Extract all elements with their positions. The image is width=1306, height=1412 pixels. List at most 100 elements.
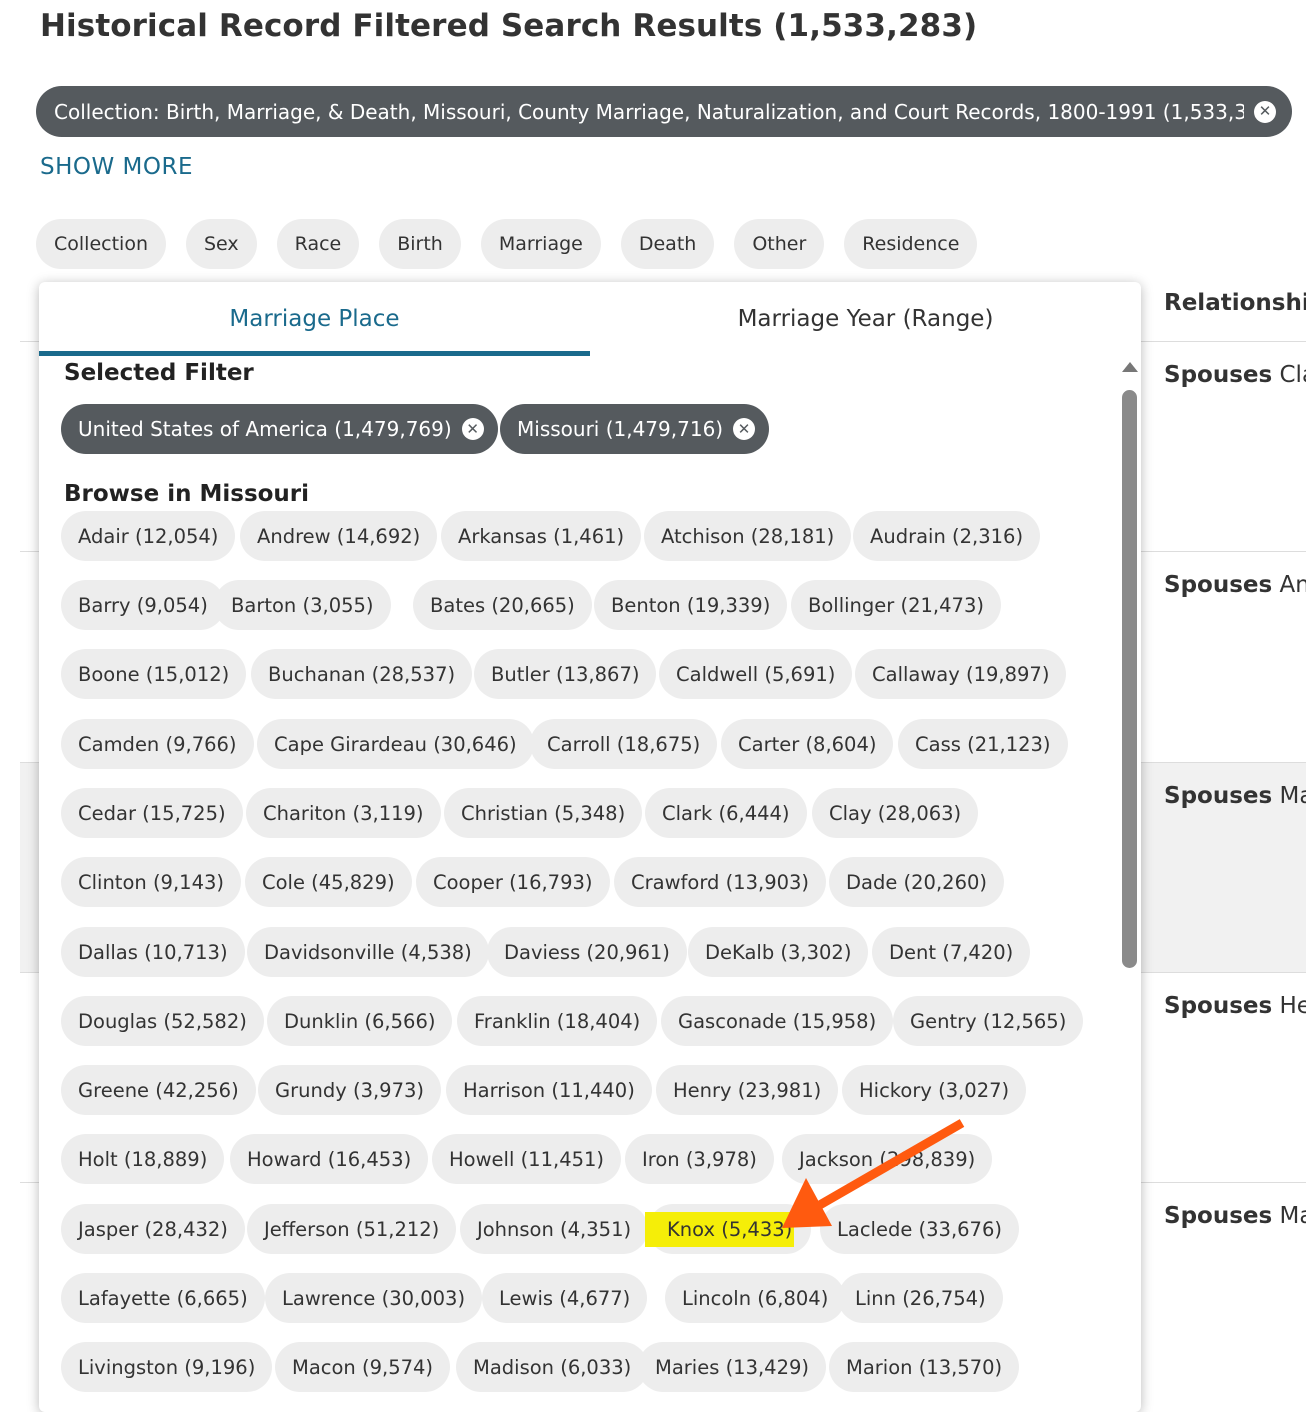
selected-filter-chip-country[interactable]: United States of America (1,479,769) ✕ xyxy=(61,404,498,454)
county-chip-label: Buchanan (28,537) xyxy=(268,662,456,686)
facet-collection[interactable]: Collection xyxy=(36,219,166,269)
county-chip[interactable]: Carroll (18,675) xyxy=(530,719,718,769)
county-chip[interactable]: Madison (6,033) xyxy=(456,1342,649,1392)
county-chip[interactable]: Johnson (4,351) xyxy=(460,1204,649,1254)
scrollbar-thumb[interactable] xyxy=(1122,390,1137,968)
county-chip[interactable]: Boone (15,012) xyxy=(61,649,247,699)
county-chip[interactable]: Chariton (3,119) xyxy=(246,788,441,838)
relationships-column-header: Relationships xyxy=(1164,290,1306,316)
county-chip-label: Bollinger (21,473) xyxy=(808,593,984,617)
county-chip[interactable]: Iron (3,978) xyxy=(625,1134,774,1184)
county-chip[interactable]: Arkansas (1,461) xyxy=(441,511,642,561)
facet-birth[interactable]: Birth xyxy=(379,219,461,269)
county-chip[interactable]: Adair (12,054) xyxy=(61,511,236,561)
county-chip[interactable]: Clay (28,063) xyxy=(812,788,979,838)
county-chip[interactable]: Jackson (298,839) xyxy=(782,1134,993,1184)
collection-filter-chip[interactable]: Collection: Birth, Marriage, & Death, Mi… xyxy=(36,86,1292,137)
county-chip[interactable]: Dunklin (6,566) xyxy=(267,996,453,1046)
county-chip[interactable]: Gentry (12,565) xyxy=(893,996,1084,1046)
county-chip[interactable]: Camden (9,766) xyxy=(61,719,254,769)
county-chip[interactable]: Linn (26,754) xyxy=(838,1273,1003,1323)
county-chip[interactable]: Laclede (33,676) xyxy=(820,1204,1019,1254)
county-chip[interactable]: Dade (20,260) xyxy=(829,857,1004,907)
county-chip[interactable]: Dallas (10,713) xyxy=(61,927,245,977)
county-chip[interactable]: Lincoln (6,804) xyxy=(665,1273,846,1323)
selected-filter-label: Missouri (1,479,716) xyxy=(517,417,724,441)
county-chip[interactable]: Howell (11,451) xyxy=(432,1134,622,1184)
county-chip[interactable]: Barry (9,054) xyxy=(61,580,225,630)
county-chip[interactable]: Andrew (14,692) xyxy=(240,511,438,561)
tab-marriage-year[interactable]: Marriage Year (Range) xyxy=(590,282,1141,356)
county-chip[interactable]: Cape Girardeau (30,646) xyxy=(257,719,534,769)
county-chip[interactable]: Bates (20,665) xyxy=(413,580,592,630)
county-chip[interactable]: Cole (45,829) xyxy=(245,857,412,907)
county-chip[interactable]: Clark (6,444) xyxy=(645,788,807,838)
county-chip-label: Clay (28,063) xyxy=(829,801,962,825)
county-chip[interactable]: Bollinger (21,473) xyxy=(791,580,1001,630)
facet-other[interactable]: Other xyxy=(734,219,825,269)
county-chip[interactable]: Howard (16,453) xyxy=(230,1134,429,1184)
county-chip-label: Arkansas (1,461) xyxy=(458,524,625,548)
county-chip[interactable]: Audrain (2,316) xyxy=(853,511,1041,561)
county-chip[interactable]: DeKalb (3,302) xyxy=(688,927,869,977)
county-chip[interactable]: Jasper (28,432) xyxy=(61,1204,245,1254)
county-chip[interactable]: Lafayette (6,665) xyxy=(61,1273,265,1323)
county-chip[interactable]: Macon (9,574) xyxy=(275,1342,451,1392)
county-chip[interactable]: Lawrence (30,003) xyxy=(265,1273,483,1323)
county-chip[interactable]: Holt (18,889) xyxy=(61,1134,225,1184)
show-more-link[interactable]: SHOW MORE xyxy=(40,154,193,180)
county-chip[interactable]: Gasconade (15,958) xyxy=(661,996,894,1046)
county-chip[interactable]: Jefferson (51,212) xyxy=(247,1204,457,1254)
county-chip[interactable]: Dent (7,420) xyxy=(872,927,1031,977)
county-chip[interactable]: Cedar (15,725) xyxy=(61,788,243,838)
county-chip[interactable]: Harrison (11,440) xyxy=(446,1065,652,1115)
county-chip[interactable]: Atchison (28,181) xyxy=(644,511,852,561)
facet-death[interactable]: Death xyxy=(620,219,715,269)
county-chip[interactable]: Butler (13,867) xyxy=(474,649,657,699)
county-chip-label: Hickory (3,027) xyxy=(859,1078,1010,1102)
close-icon[interactable]: ✕ xyxy=(461,418,484,440)
county-chip[interactable]: Christian (5,348) xyxy=(444,788,643,838)
tab-marriage-place[interactable]: Marriage Place xyxy=(39,282,590,356)
county-chip[interactable]: Daviess (20,961) xyxy=(487,927,687,977)
county-chip-label: Greene (42,256) xyxy=(78,1078,239,1102)
selected-filter-chip-state[interactable]: Missouri (1,479,716) ✕ xyxy=(500,404,770,454)
county-chip[interactable]: Marion (13,570) xyxy=(829,1342,1020,1392)
county-chip[interactable]: Grundy (3,973) xyxy=(258,1065,442,1115)
county-chip-label: Barry (9,054) xyxy=(78,593,208,617)
county-chip[interactable]: Livingston (9,196) xyxy=(61,1342,273,1392)
scrollbar[interactable] xyxy=(1119,362,1139,1412)
county-chip[interactable]: Benton (19,339) xyxy=(594,580,788,630)
county-chip[interactable]: Maries (13,429) xyxy=(638,1342,827,1392)
county-chip[interactable]: Douglas (52,582) xyxy=(61,996,264,1046)
county-chip[interactable]: Knox (5,433) xyxy=(645,1204,812,1254)
county-chip[interactable]: Hickory (3,027) xyxy=(842,1065,1027,1115)
county-chip[interactable]: Lewis (4,677) xyxy=(482,1273,648,1323)
county-chip-label: Cole (45,829) xyxy=(262,870,395,894)
county-chip-label: Iron (3,978) xyxy=(642,1147,757,1171)
county-chip[interactable]: Carter (8,604) xyxy=(721,719,894,769)
county-chip-label: Holt (18,889) xyxy=(78,1147,208,1171)
county-chip[interactable]: Henry (23,981) xyxy=(656,1065,839,1115)
close-icon[interactable]: ✕ xyxy=(733,418,756,440)
county-chip[interactable]: Crawford (13,903) xyxy=(614,857,827,907)
close-icon[interactable]: ✕ xyxy=(1254,100,1276,123)
facet-race[interactable]: Race xyxy=(276,219,360,269)
facet-marriage[interactable]: Marriage xyxy=(480,219,601,269)
county-chip[interactable]: Buchanan (28,537) xyxy=(251,649,473,699)
county-chip[interactable]: Davidsonville (4,538) xyxy=(247,927,489,977)
county-chip[interactable]: Franklin (18,404) xyxy=(457,996,658,1046)
county-chip[interactable]: Greene (42,256) xyxy=(61,1065,256,1115)
county-chip[interactable]: Barton (3,055) xyxy=(214,580,391,630)
result-relationship: Spouses Ma xyxy=(1164,1203,1306,1229)
scroll-up-arrow-icon[interactable] xyxy=(1122,362,1138,372)
county-chip[interactable]: Cooper (16,793) xyxy=(416,857,610,907)
county-chip[interactable]: Cass (21,123) xyxy=(898,719,1068,769)
county-chip-label: Henry (23,981) xyxy=(673,1078,822,1102)
facet-residence[interactable]: Residence xyxy=(844,219,978,269)
facet-sex[interactable]: Sex xyxy=(185,219,257,269)
county-chip-label: Gentry (12,565) xyxy=(910,1009,1067,1033)
county-chip[interactable]: Clinton (9,143) xyxy=(61,857,241,907)
county-chip[interactable]: Caldwell (5,691) xyxy=(659,649,853,699)
county-chip[interactable]: Callaway (19,897) xyxy=(855,649,1067,699)
